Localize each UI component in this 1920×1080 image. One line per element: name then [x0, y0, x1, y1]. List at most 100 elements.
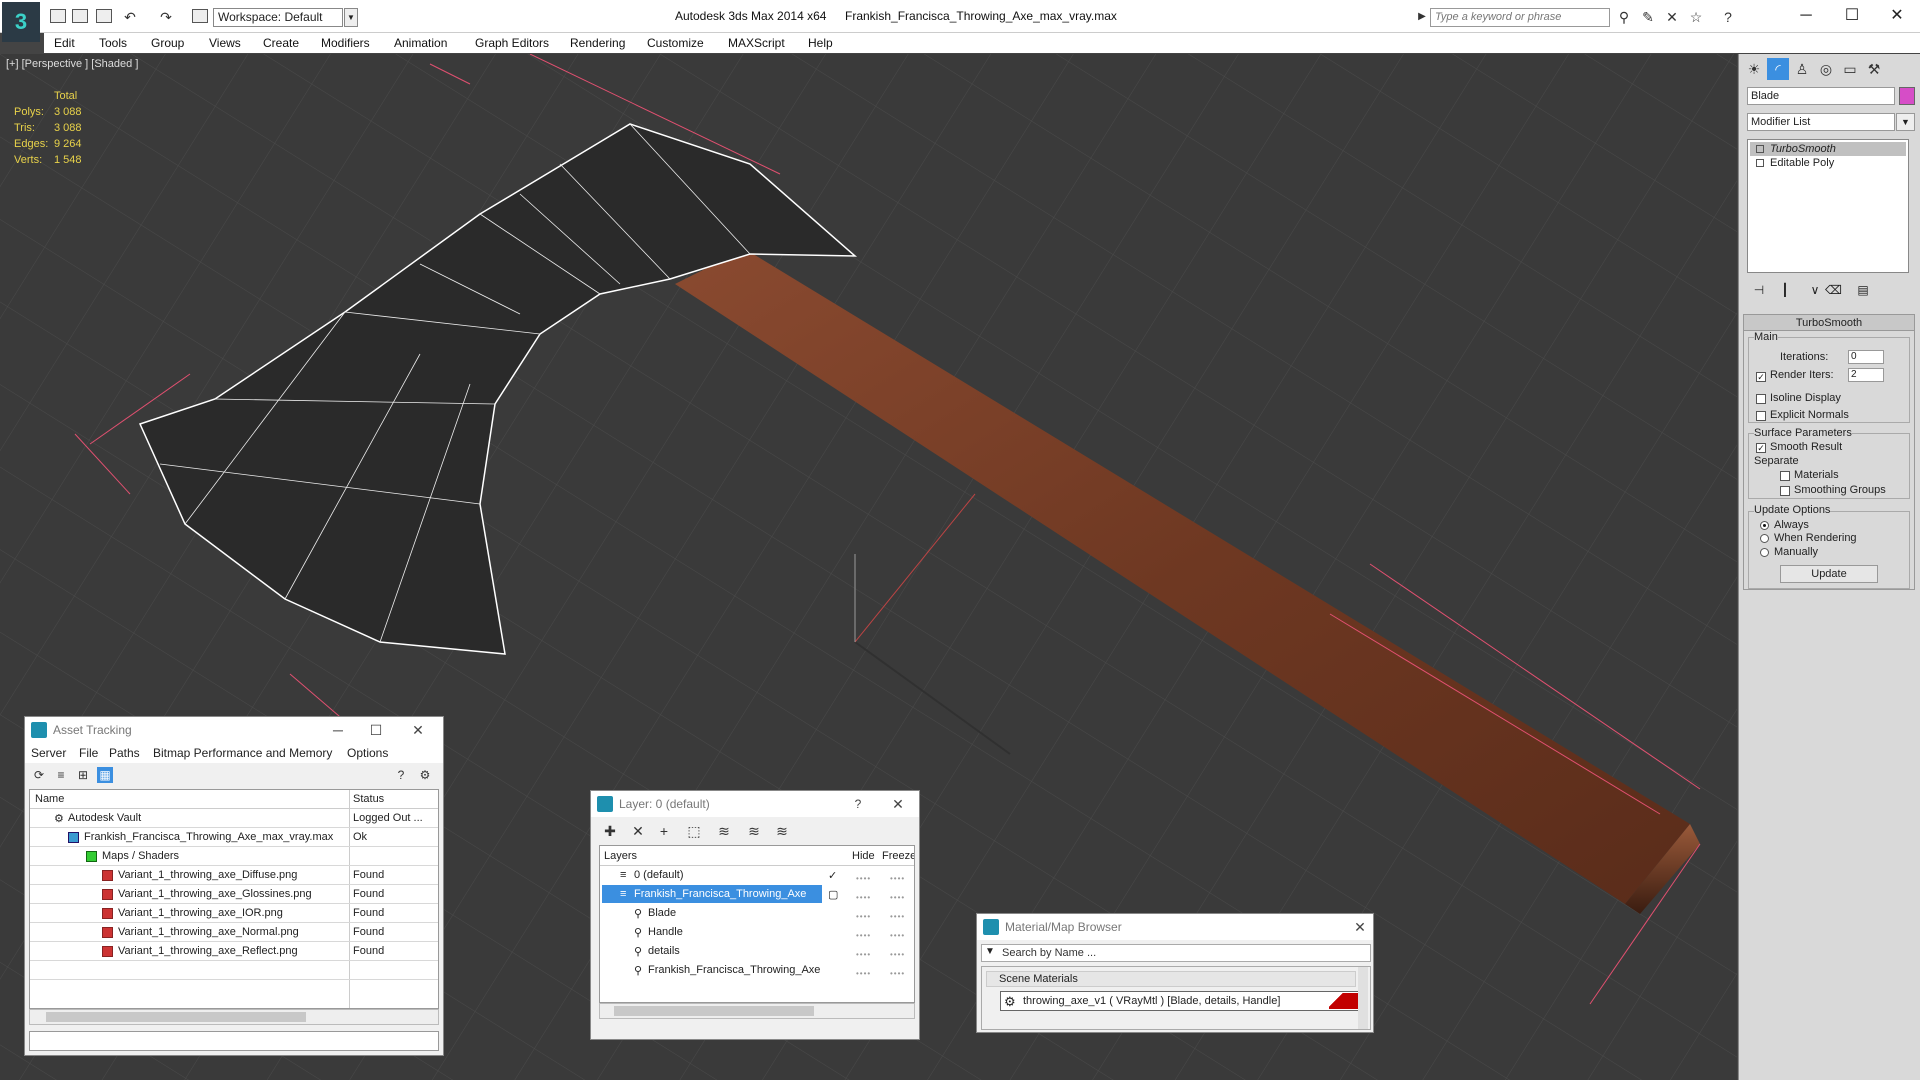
render-iters-checkbox[interactable]: ✓ [1756, 372, 1766, 382]
update-manually-radio[interactable] [1760, 548, 1769, 557]
stack-item-turbosmooth[interactable]: TurboSmooth [1750, 142, 1906, 156]
material-item[interactable]: ⚙ throwing_axe_v1 ( VRayMtl ) [Blade, de… [1000, 991, 1362, 1011]
stack-item-editable-poly[interactable]: Editable Poly [1750, 156, 1906, 170]
horizontal-scrollbar[interactable] [29, 1009, 439, 1025]
layer-row[interactable]: ≡ 0 (default) ✓ •••• •••• [600, 866, 914, 885]
hide-toggle[interactable]: •••• [856, 950, 871, 959]
menu-views[interactable]: Views [209, 36, 241, 50]
close-button[interactable]: ✕ [887, 794, 909, 814]
make-unique-icon[interactable]: ∨ [1807, 282, 1823, 298]
separate-materials-checkbox[interactable] [1780, 471, 1790, 481]
open-file-icon[interactable] [72, 9, 88, 23]
minimize-button[interactable]: ─ [327, 720, 349, 740]
project-folder-icon[interactable] [192, 9, 208, 23]
menu-graph-editors[interactable]: Graph Editors [475, 36, 549, 50]
app-logo-icon[interactable]: 3 [2, 2, 40, 42]
close-button[interactable]: ✕ [407, 720, 429, 740]
select-objects-icon[interactable]: ⬚ [685, 822, 703, 840]
set-current-layer-icon[interactable]: ▢ [828, 888, 838, 901]
menu-customize[interactable]: Customize [647, 36, 704, 50]
table-row[interactable]: Maps / Shaders [30, 847, 438, 866]
chevron-down-icon[interactable]: ▼ [1896, 113, 1915, 131]
menu-animation[interactable]: Animation [394, 36, 447, 50]
table-row[interactable]: Variant_1_throwing_axe_Diffuse.png Found [30, 866, 438, 885]
material-search-input[interactable]: Search by Name ... [981, 944, 1371, 962]
table-row[interactable]: Variant_1_throwing_axe_Normal.png Found [30, 923, 438, 942]
layer-row-selected[interactable]: ≡ Frankish_Francisca_Throwing_Axe ▢ ••••… [600, 885, 914, 904]
close-button[interactable]: ✕ [1874, 4, 1920, 28]
delete-layer-icon[interactable]: ✕ [629, 822, 647, 840]
tree-view-icon[interactable]: ⊞ [75, 767, 91, 783]
table-view-icon[interactable]: ▦ [97, 767, 113, 783]
menu-help[interactable]: Help [808, 36, 833, 50]
freeze-toggle[interactable]: •••• [890, 874, 905, 883]
hide-toggle[interactable]: •••• [856, 912, 871, 921]
subscription-icon[interactable]: ✎ [1640, 9, 1656, 25]
column-hide-header[interactable]: Hide [852, 850, 875, 862]
freeze-toggle[interactable]: •••• [890, 969, 905, 978]
table-row[interactable]: ⚙ Autodesk Vault Logged Out ... [30, 809, 438, 828]
material-browser-titlebar[interactable]: Material/Map Browser ✕ [977, 914, 1373, 940]
hide-toggle[interactable]: •••• [856, 969, 871, 978]
table-row[interactable]: Variant_1_throwing_axe_IOR.png Found [30, 904, 438, 923]
object-color-swatch[interactable] [1899, 87, 1915, 105]
table-row[interactable]: Variant_1_throwing_axe_Glossines.png Foun… [30, 885, 438, 904]
table-row[interactable]: Frankish_Francisca_Throwing_Axe_max_vray… [30, 828, 438, 847]
object-row[interactable]: ⚲ details •••• •••• [600, 942, 914, 961]
hide-toggle[interactable]: •••• [856, 893, 871, 902]
at-menu-file[interactable]: File [79, 746, 98, 760]
scene-materials-section[interactable]: Scene Materials [986, 971, 1356, 987]
menu-edit[interactable]: Edit [54, 36, 75, 50]
maximize-button[interactable]: ☐ [365, 720, 387, 740]
active-layer-check-icon[interactable]: ✓ [828, 869, 837, 882]
menu-create[interactable]: Create [263, 36, 299, 50]
menu-modifiers[interactable]: Modifiers [321, 36, 370, 50]
menu-rendering[interactable]: Rendering [570, 36, 625, 50]
pin-stack-icon[interactable]: ⊣ [1751, 282, 1767, 298]
freeze-all-icon[interactable]: ≋ [773, 822, 791, 840]
separate-smoothing-groups-checkbox[interactable] [1780, 486, 1790, 496]
menu-tools[interactable]: Tools [99, 36, 127, 50]
add-to-layer-icon[interactable]: + [655, 822, 673, 840]
hide-toggle[interactable]: •••• [856, 874, 871, 883]
asset-tracking-titlebar[interactable]: Asset Tracking ─ ☐ ✕ [25, 717, 443, 743]
undo-icon[interactable]: ↶ [122, 9, 138, 25]
iterations-spinner[interactable]: 0 [1848, 350, 1884, 364]
configure-sets-icon[interactable]: ▤ [1855, 282, 1871, 298]
display-tab-icon[interactable]: ▭ [1839, 58, 1861, 80]
viewport-label[interactable]: [+] [Perspective ] [Shaded ] [6, 58, 138, 70]
favorites-star-icon[interactable]: ☆ [1688, 9, 1704, 25]
object-name-field[interactable]: Blade [1747, 87, 1895, 105]
hierarchy-tab-icon[interactable]: ♙ [1791, 58, 1813, 80]
help-icon[interactable]: ? [393, 767, 409, 783]
new-file-icon[interactable] [50, 9, 66, 23]
scrollbar-thumb[interactable] [46, 1012, 306, 1022]
hide-toggle[interactable]: •••• [856, 931, 871, 940]
create-layer-icon[interactable]: ✚ [601, 822, 619, 840]
freeze-toggle[interactable]: •••• [890, 931, 905, 940]
show-end-result-icon[interactable]: ┃ [1777, 282, 1793, 298]
redo-icon[interactable]: ↷ [158, 9, 174, 25]
explicit-normals-checkbox[interactable] [1756, 411, 1766, 421]
chevron-down-icon[interactable]: ▼ [344, 8, 358, 27]
highlight-layer-icon[interactable]: ≋ [715, 822, 733, 840]
save-file-icon[interactable] [96, 9, 112, 23]
at-menu-bitmap-performance[interactable]: Bitmap Performance and Memory [153, 746, 332, 760]
lightbulb-icon[interactable] [1756, 145, 1764, 153]
modifier-list-dropdown[interactable]: Modifier List [1747, 113, 1895, 131]
column-status-header[interactable]: Status [353, 793, 384, 805]
rollout-header[interactable]: TurboSmooth [1744, 315, 1914, 331]
workspace-select[interactable]: Workspace: Default [213, 8, 343, 27]
at-menu-paths[interactable]: Paths [109, 746, 140, 760]
hide-all-icon[interactable]: ≋ [745, 822, 763, 840]
help-icon[interactable]: ? [1720, 9, 1736, 25]
at-menu-options[interactable]: Options [347, 746, 388, 760]
render-iters-spinner[interactable]: 2 [1848, 368, 1884, 382]
refresh-icon[interactable]: ⟳ [31, 767, 47, 783]
horizontal-scrollbar[interactable] [599, 1003, 915, 1019]
layer-window-titlebar[interactable]: Layer: 0 (default) ? ✕ [591, 791, 919, 817]
expand-plus-icon[interactable] [1756, 159, 1764, 167]
isoline-display-checkbox[interactable] [1756, 394, 1766, 404]
remove-modifier-icon[interactable]: ⌫ [1825, 282, 1842, 298]
menu-maxscript[interactable]: MAXScript [728, 36, 785, 50]
